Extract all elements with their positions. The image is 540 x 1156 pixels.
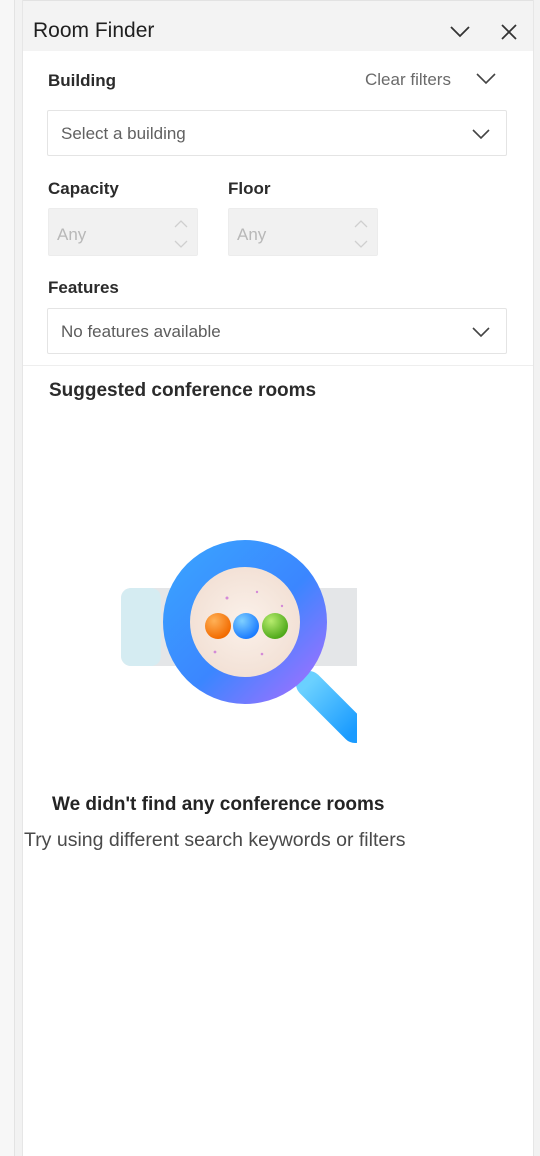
features-dropdown-placeholder: No features available bbox=[61, 322, 221, 341]
building-label: Building bbox=[48, 71, 116, 90]
divider bbox=[23, 365, 533, 366]
empty-state-subtitle: Try using different search keywords or f… bbox=[24, 829, 406, 851]
stepper-arrows-icon[interactable] bbox=[353, 215, 369, 251]
capacity-stepper[interactable]: Any bbox=[48, 208, 198, 256]
panel-title: Room Finder bbox=[33, 19, 155, 42]
chevron-down-icon bbox=[470, 321, 492, 343]
floor-label: Floor bbox=[228, 179, 271, 198]
clear-filters-link[interactable]: Clear filters bbox=[365, 70, 451, 90]
features-dropdown[interactable]: No features available bbox=[47, 308, 507, 354]
close-button[interactable] bbox=[494, 17, 524, 47]
floor-value: Any bbox=[237, 225, 267, 244]
left-edge-strip bbox=[0, 0, 15, 1156]
floor-stepper[interactable]: Any bbox=[228, 208, 378, 256]
collapse-button[interactable] bbox=[445, 17, 475, 47]
capacity-value: Any bbox=[57, 225, 87, 244]
panel-header: Room Finder bbox=[23, 0, 533, 51]
suggested-rooms-heading: Suggested conference rooms bbox=[49, 380, 317, 401]
close-icon bbox=[501, 24, 517, 40]
empty-state-title: We didn't find any conference rooms bbox=[52, 794, 385, 815]
chevron-down-icon bbox=[470, 123, 492, 145]
room-finder-panel: Room Finder Building Clear filters Selec… bbox=[22, 0, 534, 1156]
filters-toggle-button[interactable] bbox=[473, 66, 499, 92]
chevron-down-icon bbox=[476, 73, 496, 85]
building-dropdown-placeholder: Select a building bbox=[61, 124, 186, 143]
stepper-arrows-icon[interactable] bbox=[173, 215, 189, 251]
capacity-label: Capacity bbox=[48, 179, 119, 198]
features-label: Features bbox=[48, 278, 119, 297]
magnifier-illustration-icon bbox=[97, 522, 371, 752]
chevron-down-icon bbox=[450, 26, 470, 38]
building-dropdown[interactable]: Select a building bbox=[47, 110, 507, 156]
